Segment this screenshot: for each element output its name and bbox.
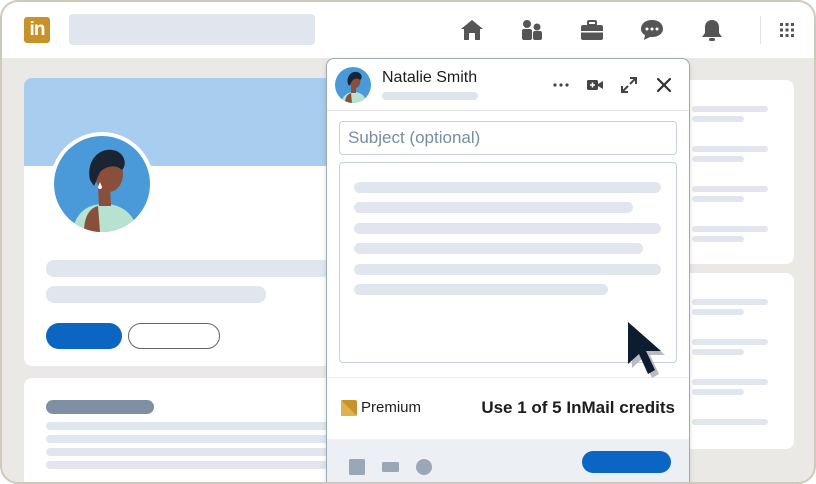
message-text-line: [354, 223, 661, 234]
recipient-name[interactable]: Natalie Smith: [382, 69, 477, 87]
message-text-line: [354, 243, 643, 254]
activity-line: [46, 435, 336, 443]
app-frame: in Natalie Smith Subject (optional) Prem…: [0, 0, 816, 484]
close-icon[interactable]: [654, 75, 674, 95]
recipient-avatar[interactable]: [335, 67, 371, 103]
sidebar-line: [692, 116, 744, 122]
nav-divider: [760, 16, 761, 44]
bell-icon[interactable]: [699, 18, 725, 42]
sidebar-line: [692, 156, 744, 162]
profile-subline-bar: [46, 286, 266, 303]
inmail-credits-text: Use 1 of 5 InMail credits: [481, 398, 675, 417]
search-bar[interactable]: [69, 14, 315, 45]
video-icon[interactable]: [585, 75, 605, 95]
sidebar-line: [692, 309, 744, 315]
more-button[interactable]: [128, 323, 220, 349]
connect-button[interactable]: [46, 323, 122, 349]
mouse-pointer-icon: [628, 322, 665, 378]
message-text-line: [354, 182, 661, 193]
premium-label: Premium: [361, 399, 422, 416]
message-text-line: [354, 284, 608, 295]
sidebar-line: [692, 196, 744, 202]
profile-avatar[interactable]: [54, 136, 150, 232]
profile-card: [24, 78, 354, 366]
dialog-footer: [327, 439, 689, 482]
profile-headline-bar: [46, 260, 336, 277]
sidebar-line: [692, 106, 768, 112]
top-nav: in: [2, 2, 814, 58]
activity-card: [24, 378, 354, 482]
sidebar-line: [692, 339, 768, 345]
premium-icon: [341, 400, 357, 416]
home-icon[interactable]: [459, 18, 485, 42]
send-button[interactable]: [582, 451, 671, 473]
briefcase-icon[interactable]: [579, 18, 605, 42]
sidebar-line: [692, 379, 768, 385]
activity-line: [46, 422, 336, 430]
sidebar-line: [692, 236, 744, 242]
sidebar-line: [692, 419, 768, 425]
recipient-headline-bar: [382, 92, 478, 100]
sidebar-line: [692, 186, 768, 192]
activity-title-bar: [46, 400, 154, 414]
sidebar-line: [692, 226, 768, 232]
sidebar-card: [682, 80, 794, 264]
sidebar-line: [692, 299, 768, 305]
messaging-icon[interactable]: [639, 18, 665, 42]
emoji-icon[interactable]: [416, 459, 432, 475]
activity-line: [46, 448, 336, 456]
subject-input[interactable]: [339, 121, 677, 155]
attachment-icon[interactable]: [382, 459, 399, 475]
message-dialog: Natalie Smith Subject (optional) Premium…: [326, 58, 690, 482]
linkedin-logo[interactable]: in: [24, 17, 50, 43]
message-text-line: [354, 202, 633, 213]
people-icon[interactable]: [519, 18, 545, 42]
sidebar-line: [692, 389, 744, 395]
expand-icon[interactable]: [619, 75, 639, 95]
sidebar-line: [692, 349, 744, 355]
message-text-line: [354, 264, 661, 275]
sidebar-card: [682, 273, 794, 449]
dialog-header: Natalie Smith: [327, 59, 689, 111]
grid-icon[interactable]: [774, 18, 800, 42]
inmail-credits-row: Premium Use 1 of 5 InMail credits: [327, 377, 689, 439]
image-icon[interactable]: [349, 459, 365, 475]
sidebar-line: [692, 146, 768, 152]
more-icon[interactable]: [551, 75, 571, 95]
activity-line: [46, 461, 336, 469]
